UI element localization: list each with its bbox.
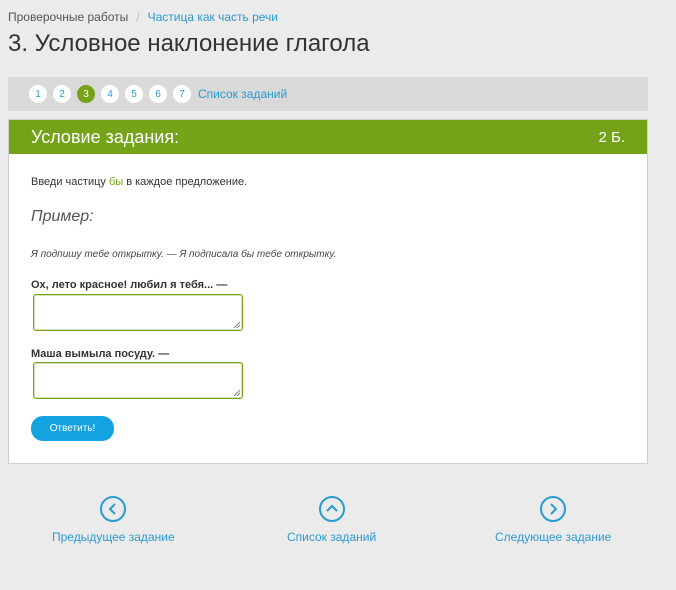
pager-task-list-link[interactable]: Список заданий [198,87,287,101]
pager-item-7[interactable]: 7 [173,85,191,103]
breadcrumb-separator: / [136,10,140,24]
next-task-nav[interactable]: Следующее задание [495,496,611,544]
breadcrumb: Проверочные работы / Частица как часть р… [8,10,278,24]
pager-item-2[interactable]: 2 [53,85,71,103]
question-1-label: Ох, лето красное! любил я тебя... — [31,279,228,291]
answer-2-field[interactable] [33,362,243,399]
pager-item-6[interactable]: 6 [149,85,167,103]
task-panel: Условие задания: 2 Б. Введи частицу бы в… [8,119,648,464]
example-text: Я подпишу тебе открытку. — Я подписала б… [31,249,337,260]
instruction-highlight: бы [108,176,124,188]
submit-answer-button[interactable]: Ответить! [31,416,114,441]
instruction-text-after: в каждое предложение. [123,176,248,188]
task-score: 2 Б. [598,128,625,146]
task-list-label: Список заданий [287,530,377,544]
page-title: 3. Условное наклонение глагола [8,30,370,57]
instruction-text-before: Введи частицу [31,176,109,188]
task-list-nav[interactable]: Список заданий [287,496,376,544]
arrow-right-icon [540,496,567,522]
pager-item-3-active[interactable]: 3 [77,85,95,103]
pager-item-5[interactable]: 5 [125,85,143,103]
task-panel-header: Условие задания: 2 Б. [9,120,647,154]
task-pager: 1 2 3 4 5 6 7 Список заданий [8,77,648,111]
task-instruction: Введи частицу бы в каждое предложение. [31,176,247,188]
task-panel-body: Введи частицу бы в каждое предложение. П… [9,154,647,465]
arrow-up-icon [318,496,345,522]
pager-item-4[interactable]: 4 [101,85,119,103]
prev-task-nav[interactable]: Предыдущее задание [52,496,175,544]
example-heading: Пример: [31,208,94,225]
answer-1-field[interactable] [33,294,243,331]
arrow-left-icon [100,496,127,522]
prev-task-label: Предыдущее задание [52,530,175,544]
next-task-label: Следующее задание [495,530,612,544]
task-panel-title: Условие задания: [31,126,180,147]
question-2-label: Маша вымыла посуду. — [31,348,170,360]
breadcrumb-root[interactable]: Проверочные работы [8,10,128,24]
breadcrumb-current[interactable]: Частица как часть речи [148,10,278,24]
pager-item-1[interactable]: 1 [29,85,47,103]
